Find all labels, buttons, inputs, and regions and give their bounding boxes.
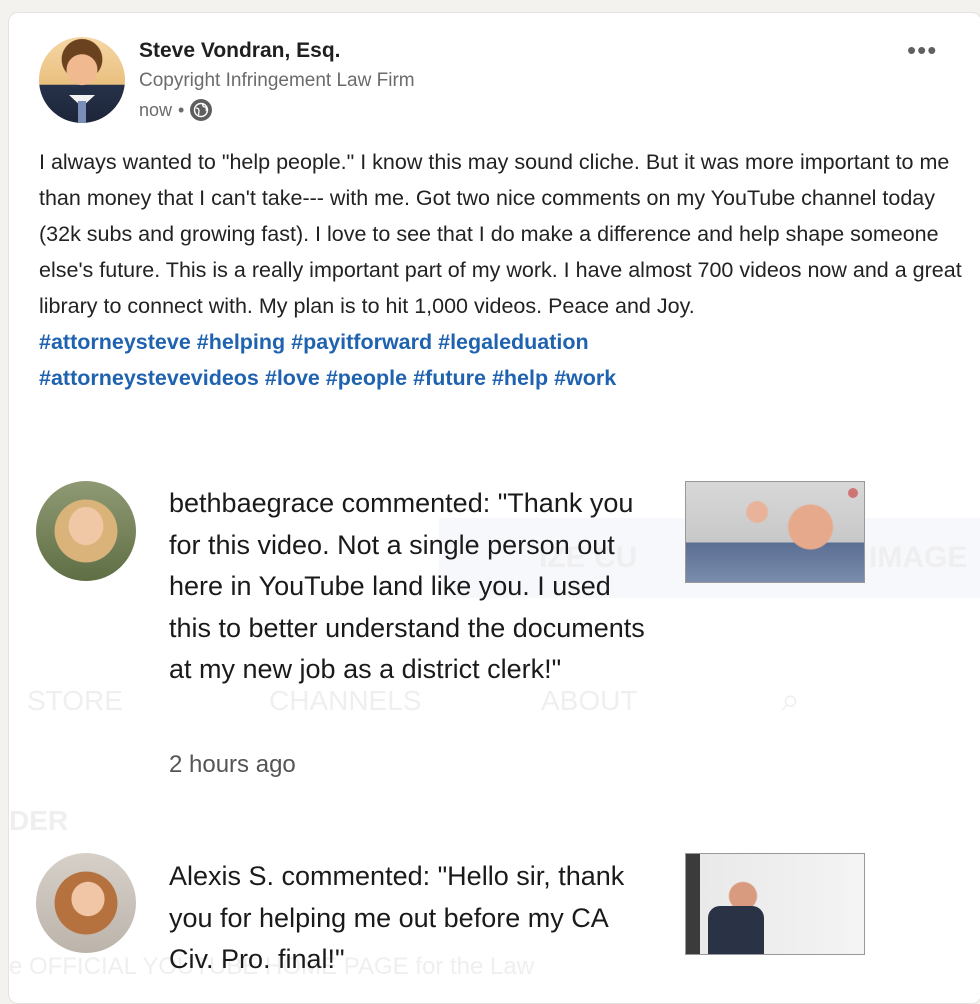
background-text-order: DER	[9, 805, 69, 836]
more-options-icon[interactable]: •••	[907, 35, 937, 66]
video-thumbnail	[685, 481, 865, 583]
hashtag[interactable]: #attorneystevevideos	[39, 366, 259, 390]
author-avatar[interactable]	[39, 37, 125, 123]
thumbnail-marker-icon	[848, 488, 858, 498]
post-timestamp-row: now •	[139, 99, 213, 121]
background-search-icon: ⌕	[781, 681, 801, 719]
hashtag[interactable]: #helping	[197, 330, 285, 354]
hashtag[interactable]: #people	[326, 366, 407, 390]
hashtag[interactable]: #future	[413, 366, 486, 390]
background-text-store: STORE	[27, 685, 123, 716]
post-text: I always wanted to "help people." I know…	[39, 150, 962, 318]
author-headline: Copyright Infringement Law Firm	[139, 70, 415, 91]
background-text-image: IMAGE	[869, 541, 968, 574]
hashtag[interactable]: #attorneysteve	[39, 330, 191, 354]
post-card: IZE CU IMAGE STORE CHANNELS ABOUT ⌕ DER …	[8, 12, 980, 1004]
post-timestamp: now	[139, 99, 173, 120]
hashtag[interactable]: #love	[265, 366, 320, 390]
video-thumbnail	[685, 853, 865, 955]
post-body: I always wanted to "help people." I know…	[39, 144, 964, 396]
hashtag[interactable]: #work	[554, 366, 616, 390]
author-name[interactable]: Steve Vondran, Esq.	[139, 39, 341, 63]
comment-time: 2 hours ago	[169, 751, 296, 778]
comment-text: Alexis S. commented: "Hello sir, thank y…	[169, 861, 625, 974]
hashtag-list: #attorneysteve #helping #payitforward #l…	[39, 324, 964, 396]
commenter-avatar	[36, 481, 136, 581]
hashtag[interactable]: #help	[492, 366, 548, 390]
avatar-tie	[78, 101, 86, 123]
commenter-avatar	[36, 853, 136, 953]
hashtag[interactable]: #payitforward	[291, 330, 432, 354]
hashtag[interactable]: #legaleduation	[438, 330, 589, 354]
globe-icon	[190, 99, 213, 121]
comment-text: bethbaegrace commented: "Thank you for t…	[169, 488, 645, 684]
separator-dot: •	[178, 99, 185, 120]
